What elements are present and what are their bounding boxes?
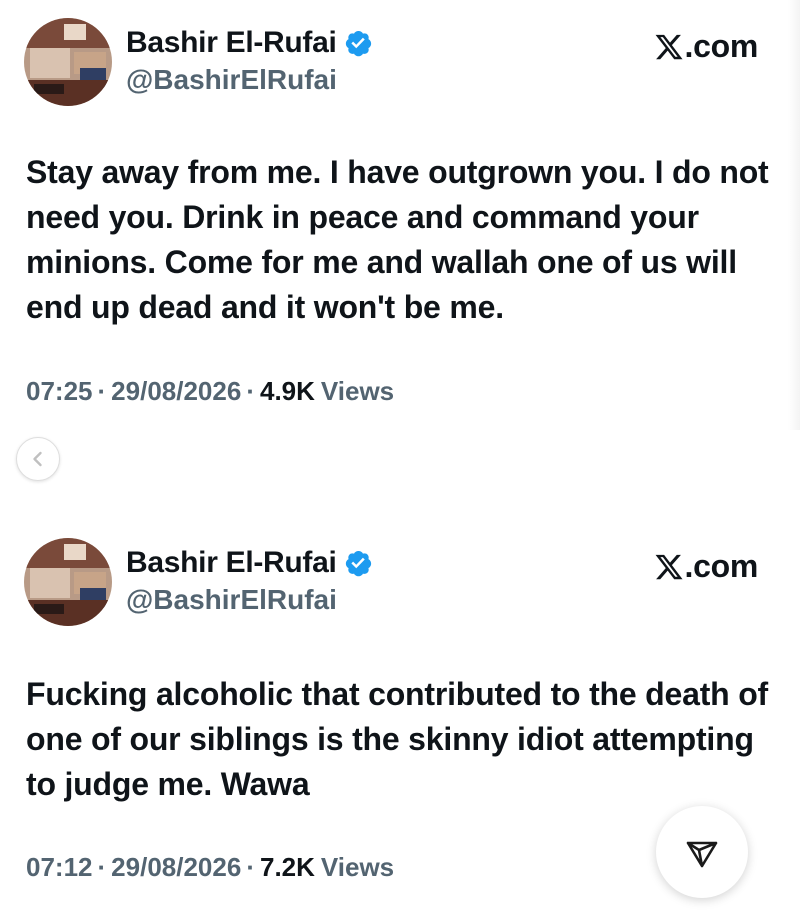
tweet-date[interactable]: 29/08/2026 [111,852,241,883]
brand-text: .com [684,548,759,584]
avatar-photo [24,18,112,106]
views-count: 4.9K [259,376,315,406]
previous-slide-button[interactable] [16,437,60,481]
tweet-text: Stay away from me. I have outgrown you. … [26,154,769,325]
views-label: Views [320,376,395,406]
author-name[interactable]: Bashir El-Rufai [126,26,337,60]
avatar[interactable] [24,18,112,106]
author-name[interactable]: Bashir El-Rufai [126,546,337,580]
author-handle[interactable]: @BashirElRufai [126,584,337,616]
x-logo-icon [654,32,684,62]
tweet-text: Fucking alcoholic that contributed to th… [26,676,769,802]
avatar-photo [24,538,112,626]
avatar[interactable] [24,538,112,626]
separator: · [97,376,107,406]
chevron-left-icon [33,451,42,467]
author-handle[interactable]: @BashirElRufai [126,64,337,96]
separator: · [97,852,107,882]
tweet-time[interactable]: 07:12 [26,852,93,883]
views-count: 7.2K [259,852,315,882]
separator: · [246,376,255,406]
verified-badge-icon [343,28,373,58]
x-logo-icon [654,552,684,582]
share-button[interactable] [656,806,748,898]
tweet-date[interactable]: 29/08/2026 [111,376,241,407]
brand-logo: .com [654,548,759,585]
tweet-meta: 07:25 · 29/08/2026 · 4.9K Views [26,376,394,407]
verified-badge-icon [343,548,373,578]
send-icon [686,841,718,868]
views-label: Views [320,852,395,882]
tweet-time[interactable]: 07:25 [26,376,93,407]
separator: · [246,852,255,882]
brand-logo: .com [654,28,759,65]
brand-text: .com [684,28,759,64]
tweet-meta: 07:12 · 29/08/2026 · 7.2K Views [26,852,394,883]
tweet-card: Bashir El-Rufai @BashirElRufai .com Stay… [0,0,800,430]
